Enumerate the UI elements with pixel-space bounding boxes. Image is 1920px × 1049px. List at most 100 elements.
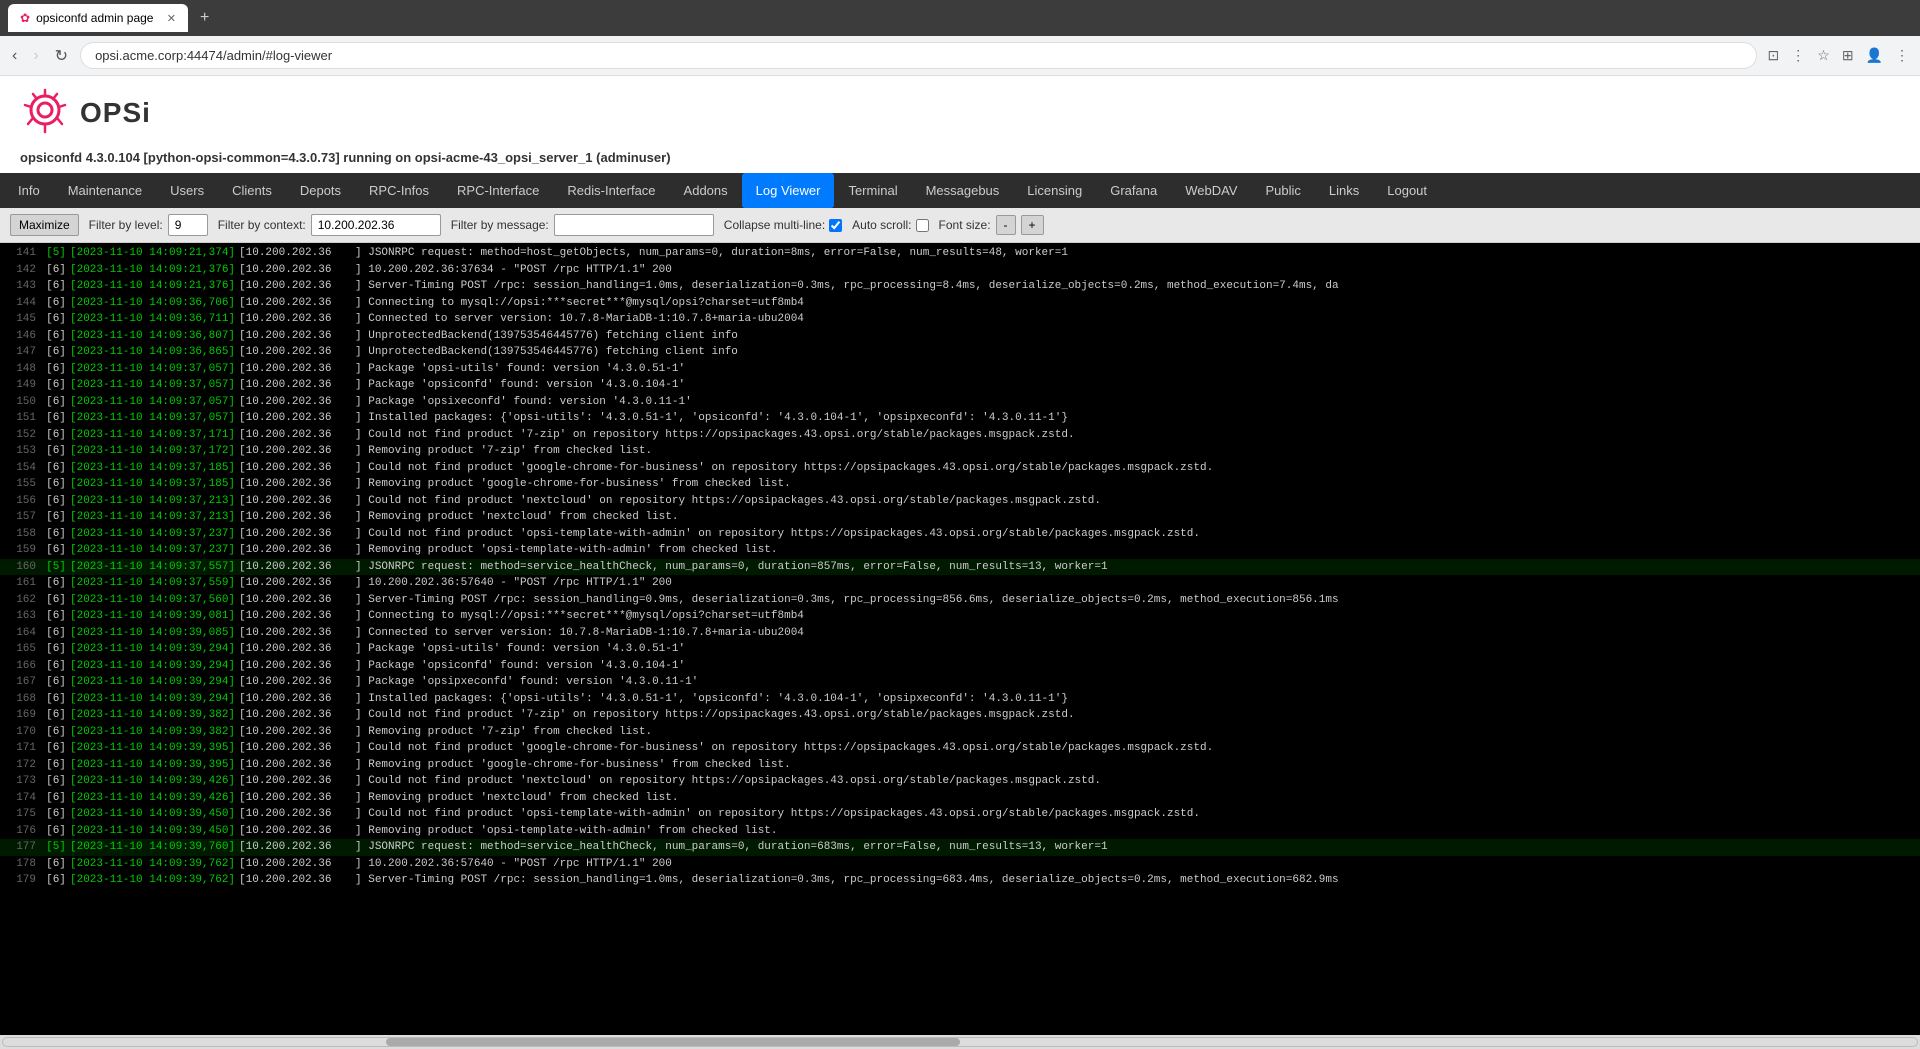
nav-item-depots[interactable]: Depots [286, 173, 355, 208]
log-line-number: 176 [4, 823, 42, 840]
nav-item-links[interactable]: Links [1315, 173, 1373, 208]
log-line: 155[6] [2023-11-10 14:09:37,185][10.200.… [0, 476, 1920, 493]
horizontal-scrollbar[interactable] [0, 1035, 1920, 1049]
nav-item-rpc-interface[interactable]: RPC-Interface [443, 173, 553, 208]
logo-container: OPSi [20, 88, 151, 138]
log-line-timestamp: [2023-11-10 14:09:39,395] [70, 740, 235, 757]
reload-button[interactable]: ↻ [51, 42, 72, 70]
maximize-button[interactable]: Maximize [10, 214, 79, 236]
log-line-context: [10.200.202.36 [235, 394, 355, 411]
log-line-number: 170 [4, 724, 42, 741]
browser-chrome: ✿ opsiconfd admin page ✕ + [0, 0, 1920, 36]
log-viewer[interactable]: 141[5] [2023-11-10 14:09:21,374][10.200.… [0, 243, 1920, 1035]
nav-item-log-viewer[interactable]: Log Viewer [742, 173, 835, 208]
log-line-level: [5] [42, 245, 70, 262]
menu-icon[interactable]: ⋮ [1892, 44, 1912, 67]
nav-item-clients[interactable]: Clients [218, 173, 286, 208]
log-line-context: [10.200.202.36 [235, 278, 355, 295]
log-line-context: [10.200.202.36 [235, 526, 355, 543]
log-line-context: [10.200.202.36 [235, 262, 355, 279]
nav-item-messagebus[interactable]: Messagebus [912, 173, 1014, 208]
address-input[interactable] [80, 42, 1756, 69]
nav-item-users[interactable]: Users [156, 173, 218, 208]
profile-icon[interactable]: 👤 [1863, 44, 1886, 67]
log-line: 161[6] [2023-11-10 14:09:37,559][10.200.… [0, 575, 1920, 592]
back-button[interactable]: ‹ [8, 43, 21, 69]
scrollbar-thumb[interactable] [386, 1038, 960, 1046]
log-line-level: [6] [42, 658, 70, 675]
nav-item-licensing[interactable]: Licensing [1013, 173, 1096, 208]
log-line: 172[6] [2023-11-10 14:09:39,395][10.200.… [0, 757, 1920, 774]
log-line-timestamp: [2023-11-10 14:09:36,706] [70, 295, 235, 312]
log-line: 173[6] [2023-11-10 14:09:39,426][10.200.… [0, 773, 1920, 790]
log-line-context: [10.200.202.36 [235, 691, 355, 708]
nav-item-webdav[interactable]: WebDAV [1171, 173, 1251, 208]
log-line: 171[6] [2023-11-10 14:09:39,395][10.200.… [0, 740, 1920, 757]
forward-button[interactable]: › [29, 43, 42, 69]
log-line-level: [6] [42, 641, 70, 658]
log-line-context: [10.200.202.36 [235, 724, 355, 741]
nav-item-grafana[interactable]: Grafana [1096, 173, 1171, 208]
nav-item-rpc-infos[interactable]: RPC-Infos [355, 173, 443, 208]
nav-item-addons[interactable]: Addons [670, 173, 742, 208]
bookmark-icon[interactable]: ☆ [1814, 44, 1833, 67]
font-decrease-button[interactable]: - [996, 215, 1016, 235]
log-line-message: ] Connecting to mysql://opsi:***secret**… [355, 608, 804, 625]
log-line-context: [10.200.202.36 [235, 476, 355, 493]
log-line-level: [6] [42, 295, 70, 312]
filter-message-input[interactable] [554, 214, 714, 236]
cast-icon[interactable]: ⊡ [1765, 44, 1783, 67]
log-line: 144[6] [2023-11-10 14:09:36,706][10.200.… [0, 295, 1920, 312]
log-line-timestamp: [2023-11-10 14:09:21,376] [70, 278, 235, 295]
font-increase-button[interactable]: + [1021, 215, 1044, 235]
log-line-timestamp: [2023-11-10 14:09:39,294] [70, 658, 235, 675]
log-line-message: ] Server-Timing POST /rpc: session_handl… [355, 592, 1339, 609]
filter-context-group: Filter by context: [218, 214, 441, 236]
log-line: 152[6] [2023-11-10 14:09:37,171][10.200.… [0, 427, 1920, 444]
filter-context-input[interactable] [311, 214, 441, 236]
log-line-message: ] JSONRPC request: method=host_getObject… [355, 245, 1068, 262]
new-tab-button[interactable]: + [194, 9, 215, 27]
log-line-number: 142 [4, 262, 42, 279]
log-line-message: ] Removing product '7-zip' from checked … [355, 724, 652, 741]
address-bar-row: ‹ › ↻ ⊡ ⋮ ☆ ⊞ 👤 ⋮ [0, 36, 1920, 76]
tab-title: opsiconfd admin page [36, 11, 153, 25]
app-logo-text: OPSi [80, 97, 151, 129]
log-line: 147[6] [2023-11-10 14:09:36,865][10.200.… [0, 344, 1920, 361]
log-line-context: [10.200.202.36 [235, 839, 355, 856]
log-line-level: [5] [42, 559, 70, 576]
log-line-level: [6] [42, 608, 70, 625]
nav-item-terminal[interactable]: Terminal [834, 173, 911, 208]
log-line-message: ] Installed packages: {'opsi-utils': '4.… [355, 691, 1068, 708]
log-line-level: [6] [42, 262, 70, 279]
log-line-number: 148 [4, 361, 42, 378]
share-icon[interactable]: ⋮ [1788, 44, 1808, 67]
nav-item-redis-interface[interactable]: Redis-Interface [553, 173, 669, 208]
browser-tab[interactable]: ✿ opsiconfd admin page ✕ [8, 4, 188, 32]
log-line-timestamp: [2023-11-10 14:09:39,294] [70, 691, 235, 708]
log-line-number: 160 [4, 559, 42, 576]
nav-item-logout[interactable]: Logout [1373, 173, 1441, 208]
nav-item-info[interactable]: Info [4, 173, 54, 208]
filter-level-input[interactable] [168, 214, 208, 236]
log-line-context: [10.200.202.36 [235, 311, 355, 328]
collapse-multiline-label: Collapse multi-line: [724, 218, 825, 232]
log-line-timestamp: [2023-11-10 14:09:37,237] [70, 542, 235, 559]
log-line-level: [6] [42, 410, 70, 427]
log-line-number: 165 [4, 641, 42, 658]
scrollbar-track[interactable] [2, 1037, 1918, 1047]
log-line-level: [6] [42, 278, 70, 295]
collapse-multiline-checkbox[interactable] [829, 219, 842, 232]
log-line-message: ] JSONRPC request: method=service_health… [355, 559, 1108, 576]
extension-icon[interactable]: ⊞ [1839, 44, 1857, 67]
log-line-level: [6] [42, 427, 70, 444]
nav-item-maintenance[interactable]: Maintenance [54, 173, 156, 208]
tab-close-button[interactable]: ✕ [167, 12, 176, 25]
log-line-message: ] JSONRPC request: method=service_health… [355, 839, 1108, 856]
nav-item-public[interactable]: Public [1251, 173, 1314, 208]
log-line-timestamp: [2023-11-10 14:09:39,294] [70, 641, 235, 658]
log-line-context: [10.200.202.36 [235, 575, 355, 592]
log-line-number: 153 [4, 443, 42, 460]
auto-scroll-checkbox[interactable] [916, 219, 929, 232]
log-line-context: [10.200.202.36 [235, 427, 355, 444]
